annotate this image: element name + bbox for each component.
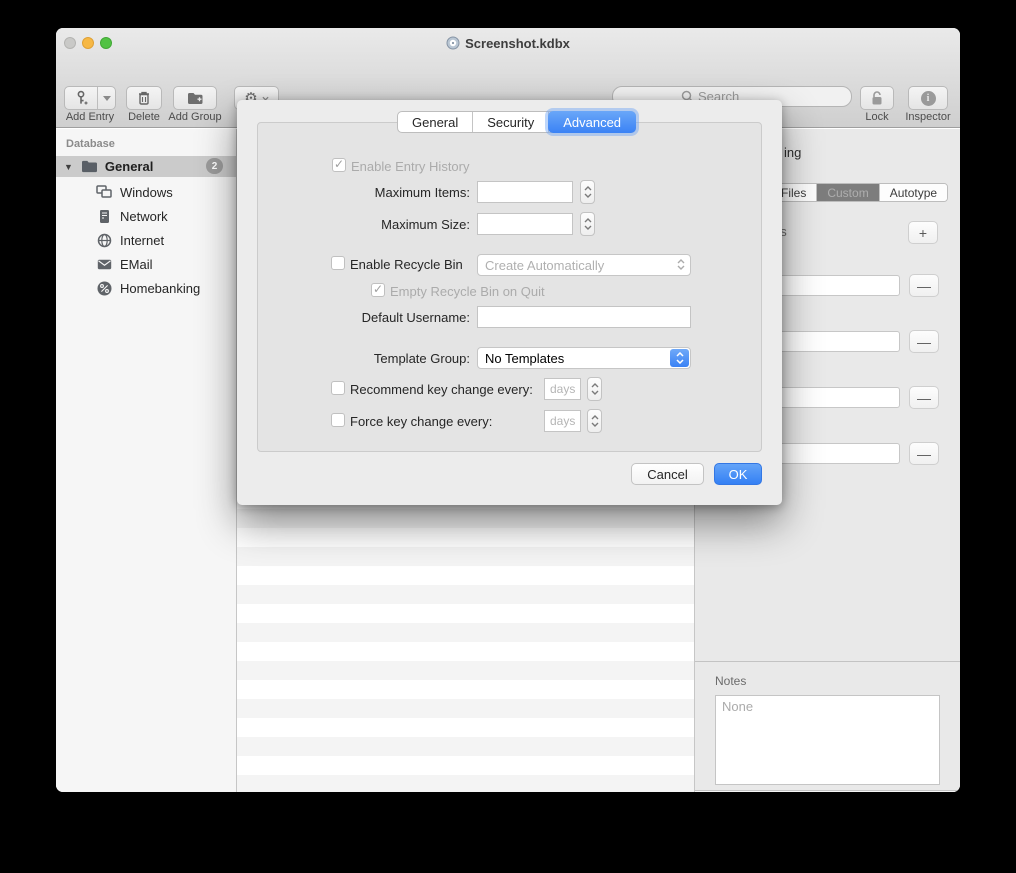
chevron-up-icon	[591, 383, 599, 388]
add-entry-label: Add Entry	[59, 111, 121, 123]
trash-icon	[137, 90, 151, 106]
database-settings-dialog: General Security Advanced Enable Entry H…	[237, 100, 782, 505]
lock-label: Lock	[848, 111, 906, 123]
remove-field-button[interactable]: —	[909, 442, 939, 465]
empty-recycle-bin-checkbox	[371, 283, 385, 297]
template-group-label: Template Group:	[257, 351, 470, 366]
notes-label: Notes	[715, 674, 746, 688]
maximum-size-input[interactable]	[477, 213, 573, 235]
delete-label: Delete	[118, 111, 170, 123]
delete-button[interactable]	[126, 86, 162, 110]
recycle-bin-popup: Create Automatically	[477, 254, 691, 276]
remove-field-button[interactable]: —	[909, 274, 939, 297]
force-key-change-checkbox[interactable]	[331, 413, 345, 427]
recommend-days-input[interactable]	[544, 378, 581, 400]
maximum-size-stepper[interactable]	[580, 212, 595, 236]
chevron-up-icon	[591, 415, 599, 420]
titlebar: Screenshot.kdbx	[56, 34, 960, 52]
chevron-down-icon	[591, 422, 599, 427]
chevron-up-icon	[584, 218, 592, 223]
inspector-label: Inspector	[900, 111, 956, 123]
inspector-title-fragment: ing	[784, 145, 801, 160]
add-field-button[interactable]: +	[908, 221, 938, 244]
recommend-days-stepper[interactable]	[587, 377, 602, 401]
info-icon: i	[921, 91, 936, 106]
chevron-down-icon	[584, 193, 592, 198]
windows-icon	[96, 184, 112, 200]
default-username-input[interactable]	[477, 306, 691, 328]
key-plus-icon	[65, 87, 97, 109]
lock-button[interactable]	[860, 86, 894, 110]
maximum-items-stepper[interactable]	[580, 180, 595, 204]
sidebar-item-general[interactable]: ▼ General 2	[56, 156, 236, 177]
server-icon	[96, 208, 112, 224]
sidebar-item-internet[interactable]: Internet	[56, 229, 236, 251]
percent-icon	[96, 280, 112, 296]
sidebar: Database ▼ General 2 Windows Network Int…	[56, 129, 237, 792]
add-entry-button[interactable]	[64, 86, 116, 110]
maximum-items-input[interactable]	[477, 181, 573, 203]
document-icon	[446, 36, 460, 50]
email-icon	[96, 256, 112, 272]
cancel-button[interactable]: Cancel	[631, 463, 704, 485]
add-group-button[interactable]	[173, 86, 217, 110]
recommend-key-change-label: Recommend key change every:	[350, 382, 533, 397]
force-key-change-label: Force key change every:	[350, 414, 492, 429]
sidebar-item-email[interactable]: EMail	[56, 253, 236, 275]
maximum-items-label: Maximum Items:	[257, 185, 470, 200]
disclosure-triangle-icon[interactable]: ▼	[64, 162, 73, 172]
inspector-button[interactable]: i	[908, 86, 948, 110]
globe-icon	[96, 232, 112, 248]
count-badge: 2	[206, 158, 223, 174]
popup-chevrons-icon	[670, 349, 689, 367]
sidebar-item-network[interactable]: Network	[56, 205, 236, 227]
template-group-popup[interactable]: No Templates	[477, 347, 691, 369]
tab-security[interactable]: Security	[473, 112, 549, 132]
enable-recycle-bin-label: Enable Recycle Bin	[350, 257, 463, 272]
divider	[695, 661, 960, 662]
popup-chevrons-icon	[677, 259, 685, 270]
chevron-up-icon	[584, 186, 592, 191]
inspector-segmented-control: Files Custom Autotype	[770, 183, 948, 202]
window-title: Screenshot.kdbx	[465, 36, 570, 51]
chevron-down-icon	[591, 390, 599, 395]
enable-entry-history-checkbox	[332, 158, 346, 172]
remove-field-button[interactable]: —	[909, 386, 939, 409]
unlock-icon	[870, 90, 884, 106]
notes-textarea[interactable]	[715, 695, 940, 785]
enable-entry-history-label: Enable Entry History	[351, 159, 470, 174]
tab-general[interactable]: General	[398, 112, 473, 132]
dialog-tab-bar: General Security Advanced	[397, 111, 636, 133]
chevron-down-icon[interactable]	[98, 87, 115, 109]
sidebar-section-header: Database	[66, 138, 115, 150]
maximum-size-label: Maximum Size:	[257, 217, 470, 232]
tab-custom[interactable]: Custom	[817, 184, 879, 201]
sidebar-item-homebanking[interactable]: Homebanking	[56, 277, 236, 299]
enable-recycle-bin-checkbox[interactable]	[331, 256, 345, 270]
ok-button[interactable]: OK	[714, 463, 762, 485]
empty-recycle-bin-label: Empty Recycle Bin on Quit	[390, 284, 545, 299]
recommend-key-change-checkbox[interactable]	[331, 381, 345, 395]
remove-field-button[interactable]: —	[909, 330, 939, 353]
force-days-stepper[interactable]	[587, 409, 602, 433]
folder-plus-icon	[187, 91, 204, 105]
folder-icon	[81, 160, 98, 173]
tab-autotype[interactable]: Autotype	[880, 184, 947, 201]
force-days-input[interactable]	[544, 410, 581, 432]
sidebar-item-label: General	[105, 159, 153, 174]
default-username-label: Default Username:	[257, 310, 470, 325]
inspector-footer	[695, 791, 960, 792]
tab-advanced[interactable]: Advanced	[548, 111, 636, 133]
add-group-label: Add Group	[164, 111, 226, 123]
sidebar-item-windows[interactable]: Windows	[56, 181, 236, 203]
chevron-down-icon	[584, 225, 592, 230]
